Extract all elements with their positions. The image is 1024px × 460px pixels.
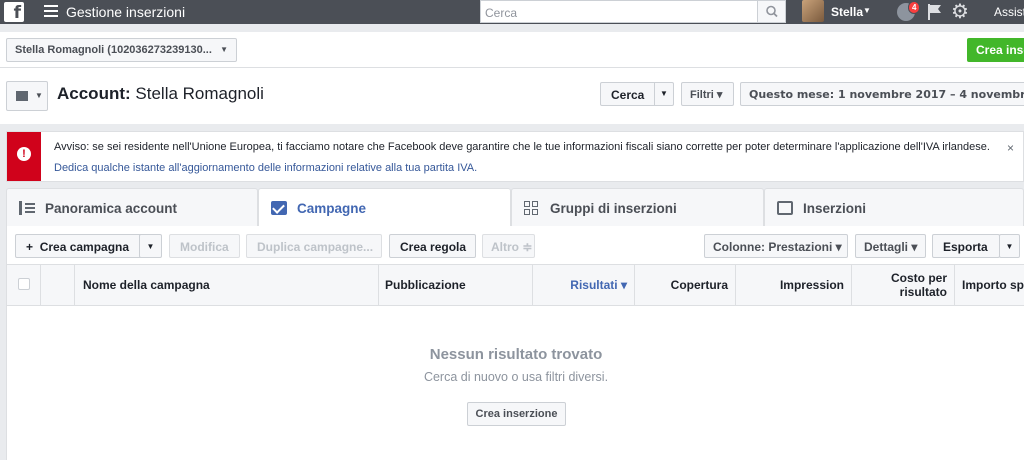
column-header-impressions[interactable]: Impression (736, 265, 852, 305)
notification-badge: 4 (908, 1, 921, 14)
user-name[interactable]: Stella (831, 5, 863, 19)
create-ad-button[interactable]: Crea inser (967, 38, 1024, 62)
empty-state-title: Nessun risultato trovato (429, 346, 603, 363)
account-selector-label: Stella Romagnoli (102036273239130... (15, 44, 212, 56)
assist-link[interactable]: Assist (994, 5, 1024, 19)
facebook-logo-icon[interactable]: f (4, 2, 24, 23)
page-title-account: Stella Romagnoli (135, 84, 264, 103)
column-label: Pubblicazione (385, 278, 466, 292)
account-header: ▼ Account: Stella Romagnoli Cerca ▼ Filt… (0, 68, 1024, 124)
flag-icon[interactable] (927, 3, 943, 20)
search-button[interactable]: Cerca (600, 82, 655, 106)
account-selector[interactable]: Stella Romagnoli (102036273239130... ▼ (6, 38, 237, 62)
column-header-reach[interactable]: Copertura (635, 265, 736, 305)
empty-state-subtitle: Cerca di nuovo o usa filtri diversi. (423, 370, 609, 384)
view-selector-button[interactable]: ▼ (6, 81, 48, 111)
chevron-down-icon: ▼ (220, 45, 228, 54)
columns-button[interactable]: Colonne: Prestazioni ▾ (704, 234, 848, 258)
column-label: Importo spe (962, 278, 1024, 292)
account-bar: Stella Romagnoli (102036273239130... ▼ C… (0, 32, 1024, 68)
create-campaign-label: Crea campagna (39, 240, 130, 254)
close-icon[interactable]: × (1007, 141, 1014, 155)
sheet-icon (16, 91, 28, 101)
column-header-amount-spent[interactable]: Importo spe (955, 265, 1024, 305)
campaign-toolbar: + Crea campagna ▼ Modifica Duplica campa… (7, 226, 1024, 264)
chevron-down-icon: ▼ (35, 91, 43, 100)
edit-button[interactable]: Modifica (169, 234, 240, 258)
column-header-delivery[interactable]: Pubblicazione (379, 265, 533, 305)
gear-icon[interactable]: ⚙ (951, 1, 969, 23)
overview-icon (19, 201, 35, 215)
campaign-check-icon (271, 201, 287, 215)
tab-label: Inserzioni (803, 201, 867, 216)
column-label: Copertura (670, 278, 728, 292)
select-all-checkbox[interactable] (18, 278, 30, 290)
date-range-button[interactable]: Questo mese: 1 novembre 2017 – 4 novembr… (740, 82, 1024, 106)
column-header-cost-per-result[interactable]: Costo per risultato (852, 265, 955, 305)
create-ad-empty-button[interactable]: Crea inserzione (467, 402, 566, 426)
tab-ads[interactable]: Inserzioni (764, 188, 1024, 226)
tab-label: Gruppi di inserzioni (550, 201, 677, 216)
column-header-campaign-name[interactable]: Nome della campagna (75, 265, 379, 305)
column-header-results[interactable]: Risultati ▾ (533, 265, 635, 305)
export-button[interactable]: Esporta (932, 234, 1000, 258)
tab-label: Campagne (297, 201, 367, 216)
notice-text: Avviso: se sei residente nell'Unione Eur… (54, 141, 990, 153)
campaigns-panel: + Crea campagna ▼ Modifica Duplica campa… (6, 226, 1024, 460)
column-label: Costo per risultato (890, 271, 947, 299)
notice-link[interactable]: Dedica qualche istante all'aggiornamento… (54, 162, 477, 174)
top-navigation-bar: f Gestione inserzioni Cerca Stella ▼ 4 ⚙… (0, 0, 1024, 24)
tab-label: Panoramica account (45, 201, 178, 216)
search-options-chevron-icon[interactable]: ▼ (654, 82, 674, 106)
tab-ad-sets[interactable]: Gruppi di inserzioni (511, 188, 764, 226)
vat-notice: ! Avviso: se sei residente nell'Unione E… (6, 131, 1024, 182)
tab-campaigns[interactable]: Campagne (258, 188, 511, 227)
ad-icon (777, 201, 793, 215)
duplicate-button[interactable]: Duplica campagne... (246, 234, 382, 258)
column-label: Risultati ▾ (570, 278, 627, 292)
create-rule-button[interactable]: Crea regola (389, 234, 476, 258)
adset-grid-icon (524, 201, 540, 215)
alert-bar: ! (7, 132, 41, 181)
search-icon (766, 5, 778, 18)
page-title: Account: Stella Romagnoli (57, 84, 264, 104)
page-title-prefix: Account: (57, 84, 131, 103)
status-column (41, 265, 75, 305)
chevron-down-icon[interactable]: ▼ (863, 6, 871, 15)
create-campaign-button[interactable]: + Crea campagna (15, 234, 149, 258)
hamburger-icon[interactable] (44, 5, 58, 17)
column-label: Nome della campagna (83, 278, 210, 292)
column-label: Impression (779, 278, 844, 292)
search-input[interactable]: Cerca (480, 0, 758, 23)
create-campaign-chevron-icon[interactable]: ▼ (139, 234, 162, 258)
breakdown-button[interactable]: Dettagli ▾ (855, 234, 926, 258)
search-button[interactable] (758, 0, 786, 23)
app-title[interactable]: Gestione inserzioni (66, 4, 185, 20)
plus-icon: + (26, 240, 34, 254)
filters-button[interactable]: Filtri ▾ (681, 82, 734, 106)
table-header: Nome della campagna Pubblicazione Risult… (7, 264, 1024, 306)
select-all-column (7, 265, 41, 305)
alert-icon: ! (17, 147, 31, 161)
avatar[interactable] (802, 0, 824, 22)
more-button[interactable]: Altro ≑ (482, 234, 535, 258)
tab-account-overview[interactable]: Panoramica account (6, 188, 258, 226)
export-chevron-icon[interactable]: ▼ (999, 234, 1020, 258)
level-tabs: Panoramica account Campagne Gruppi di in… (6, 188, 1024, 227)
